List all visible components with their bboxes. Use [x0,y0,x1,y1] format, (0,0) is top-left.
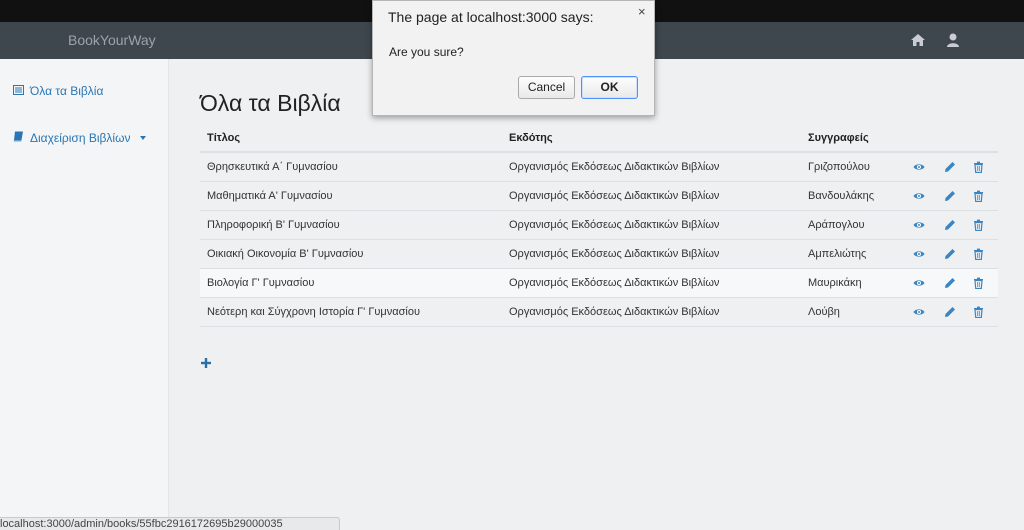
eye-icon[interactable] [913,219,927,233]
sidebar-item-label: Διαχείριση Βιβλίων [30,131,131,145]
trash-icon[interactable] [973,277,987,291]
main-content: Όλα τα Βιβλία Τίτλος Εκδότης Συγγραφείς … [170,59,1024,530]
pencil-icon[interactable] [944,306,958,320]
trash-icon[interactable] [973,190,987,204]
trash-icon[interactable] [973,219,987,233]
add-book-button[interactable] [200,357,214,371]
cell-publisher: Οργανισμός Εκδόσεως Διδακτικών Βιβλίων [509,190,720,202]
table-header: Τίτλος Εκδότης Συγγραφείς [200,124,998,153]
book-icon [13,131,24,145]
close-icon[interactable]: × [638,4,646,19]
user-icon[interactable] [945,32,961,48]
cell-publisher: Οργανισμός Εκδόσεως Διδακτικών Βιβλίων [509,248,720,260]
cell-author: Αμπελιώτης [808,248,867,260]
table-row: Νεότερη και Σύγχρονη Ιστορία Γ' Γυμνασίο… [200,298,998,327]
table-row: Βιολογία Γ' Γυμνασίου Οργανισμός Εκδόσεως… [200,269,998,298]
cell-publisher: Οργανισμός Εκδόσεως Διδακτικών Βιβλίων [509,306,720,318]
table-row: Θρησκευτικά Α΄ Γυμνασίου Οργανισμός Εκδόσ… [200,153,998,182]
cell-author: Μαυρικάκη [808,277,862,289]
cell-author: Βανδουλάκης [808,190,875,202]
pencil-icon[interactable] [944,190,958,204]
eye-icon[interactable] [913,248,927,262]
column-header-title: Τίτλος [207,132,241,144]
cell-publisher: Οργανισμός Εκδόσεως Διδακτικών Βιβλίων [509,161,720,173]
eye-icon[interactable] [913,190,927,204]
ok-button[interactable]: OK [581,76,638,99]
page-title: Όλα τα Βιβλία [200,90,341,116]
trash-icon[interactable] [973,306,987,320]
books-table: Τίτλος Εκδότης Συγγραφείς Θρησκευτικά Α΄… [200,124,998,327]
confirm-dialog: The page at localhost:3000 says: × Are y… [372,0,655,116]
pencil-icon[interactable] [944,277,958,291]
table-row: Μαθηματικά Α' Γυμνασίου Οργανισμός Εκδόσε… [200,182,998,211]
sidebar: Όλα τα Βιβλία Διαχείριση Βιβλίων [0,59,169,530]
column-header-publisher: Εκδότης [509,132,553,144]
plus-icon [200,358,212,372]
pencil-icon[interactable] [944,219,958,233]
cell-title: Βιολογία Γ' Γυμνασίου [207,277,315,289]
cancel-button[interactable]: Cancel [518,76,575,99]
table-row: Πληροφορική Β' Γυμνασίου Οργανισμός Εκδόσ… [200,211,998,240]
list-icon [13,84,24,98]
eye-icon[interactable] [913,277,927,291]
cell-author: Αράπογλου [808,219,865,231]
sidebar-item-label: Όλα τα Βιβλία [30,84,104,98]
table-row: Οικιακή Οικονομία Β' Γυμνασίου Οργανισμός… [200,240,998,269]
trash-icon[interactable] [973,161,987,175]
cell-publisher: Οργανισμός Εκδόσεως Διδακτικών Βιβλίων [509,219,720,231]
cell-author: Γριζοπούλου [808,161,870,173]
cell-title: Μαθηματικά Α' Γυμνασίου [207,190,333,202]
dialog-message: Are you sure? [389,45,464,59]
cell-title: Οικιακή Οικονομία Β' Γυμνασίου [207,248,364,260]
cell-title: Θρησκευτικά Α΄ Γυμνασίου [207,161,338,173]
dialog-title: The page at localhost:3000 says: [388,9,594,25]
sidebar-item-manage-books[interactable]: Διαχείριση Βιβλίων [13,131,147,145]
pencil-icon[interactable] [944,161,958,175]
brand-logo[interactable]: BookYourWay [68,32,156,48]
sidebar-item-all-books[interactable]: Όλα τα Βιβλία [13,84,103,98]
pencil-icon[interactable] [944,248,958,262]
cell-title: Πληροφορική Β' Γυμνασίου [207,219,340,231]
trash-icon[interactable] [973,248,987,262]
caret-down-icon [140,136,147,140]
browser-status-bar: localhost:3000/admin/books/55fbc29161726… [0,517,340,530]
cell-publisher: Οργανισμός Εκδόσεως Διδακτικών Βιβλίων [509,277,720,289]
cell-title: Νεότερη και Σύγχρονη Ιστορία Γ' Γυμνασίο… [207,306,420,318]
eye-icon[interactable] [913,306,927,320]
cell-author: Λούβη [808,306,840,318]
column-header-authors: Συγγραφείς [808,132,869,144]
eye-icon[interactable] [913,161,927,175]
home-icon[interactable] [910,32,926,48]
